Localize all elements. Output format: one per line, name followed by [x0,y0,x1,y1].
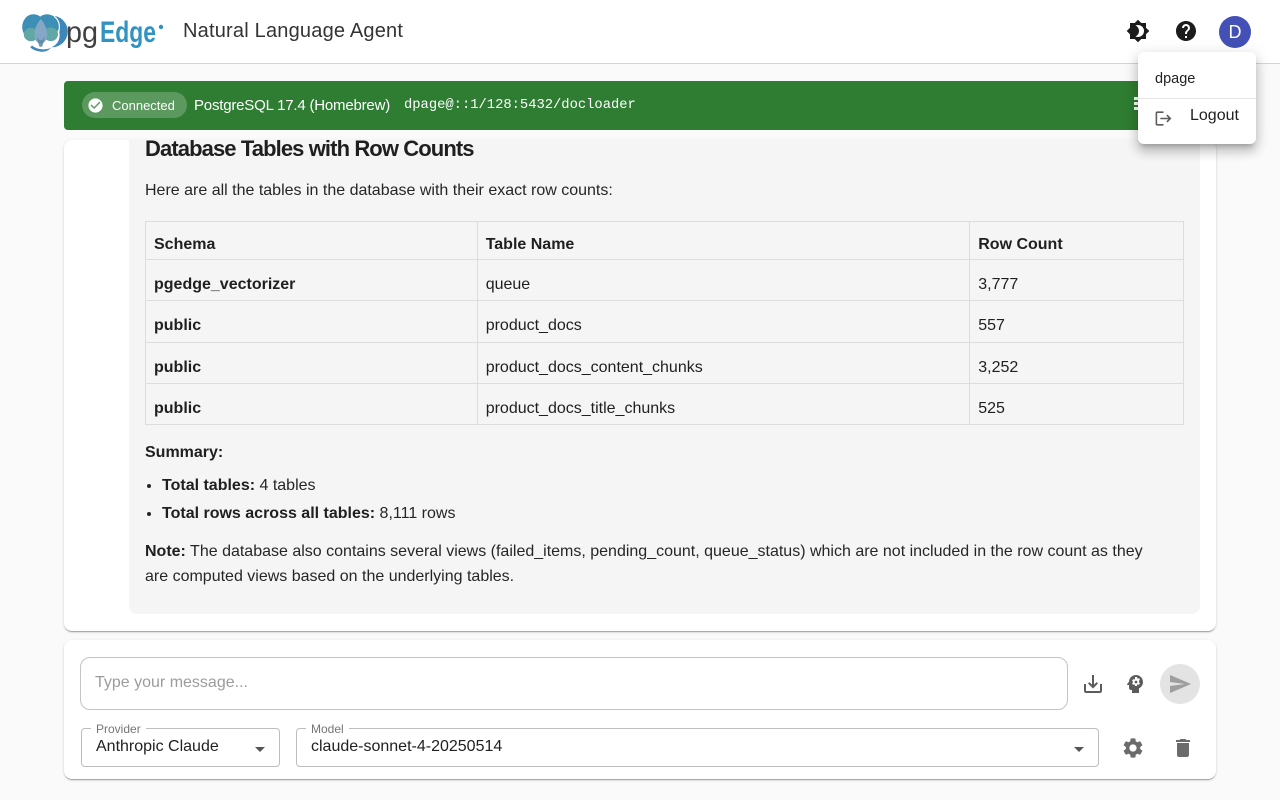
svg-text:Edge: Edge [100,16,156,49]
svg-text:pg: pg [66,16,98,49]
